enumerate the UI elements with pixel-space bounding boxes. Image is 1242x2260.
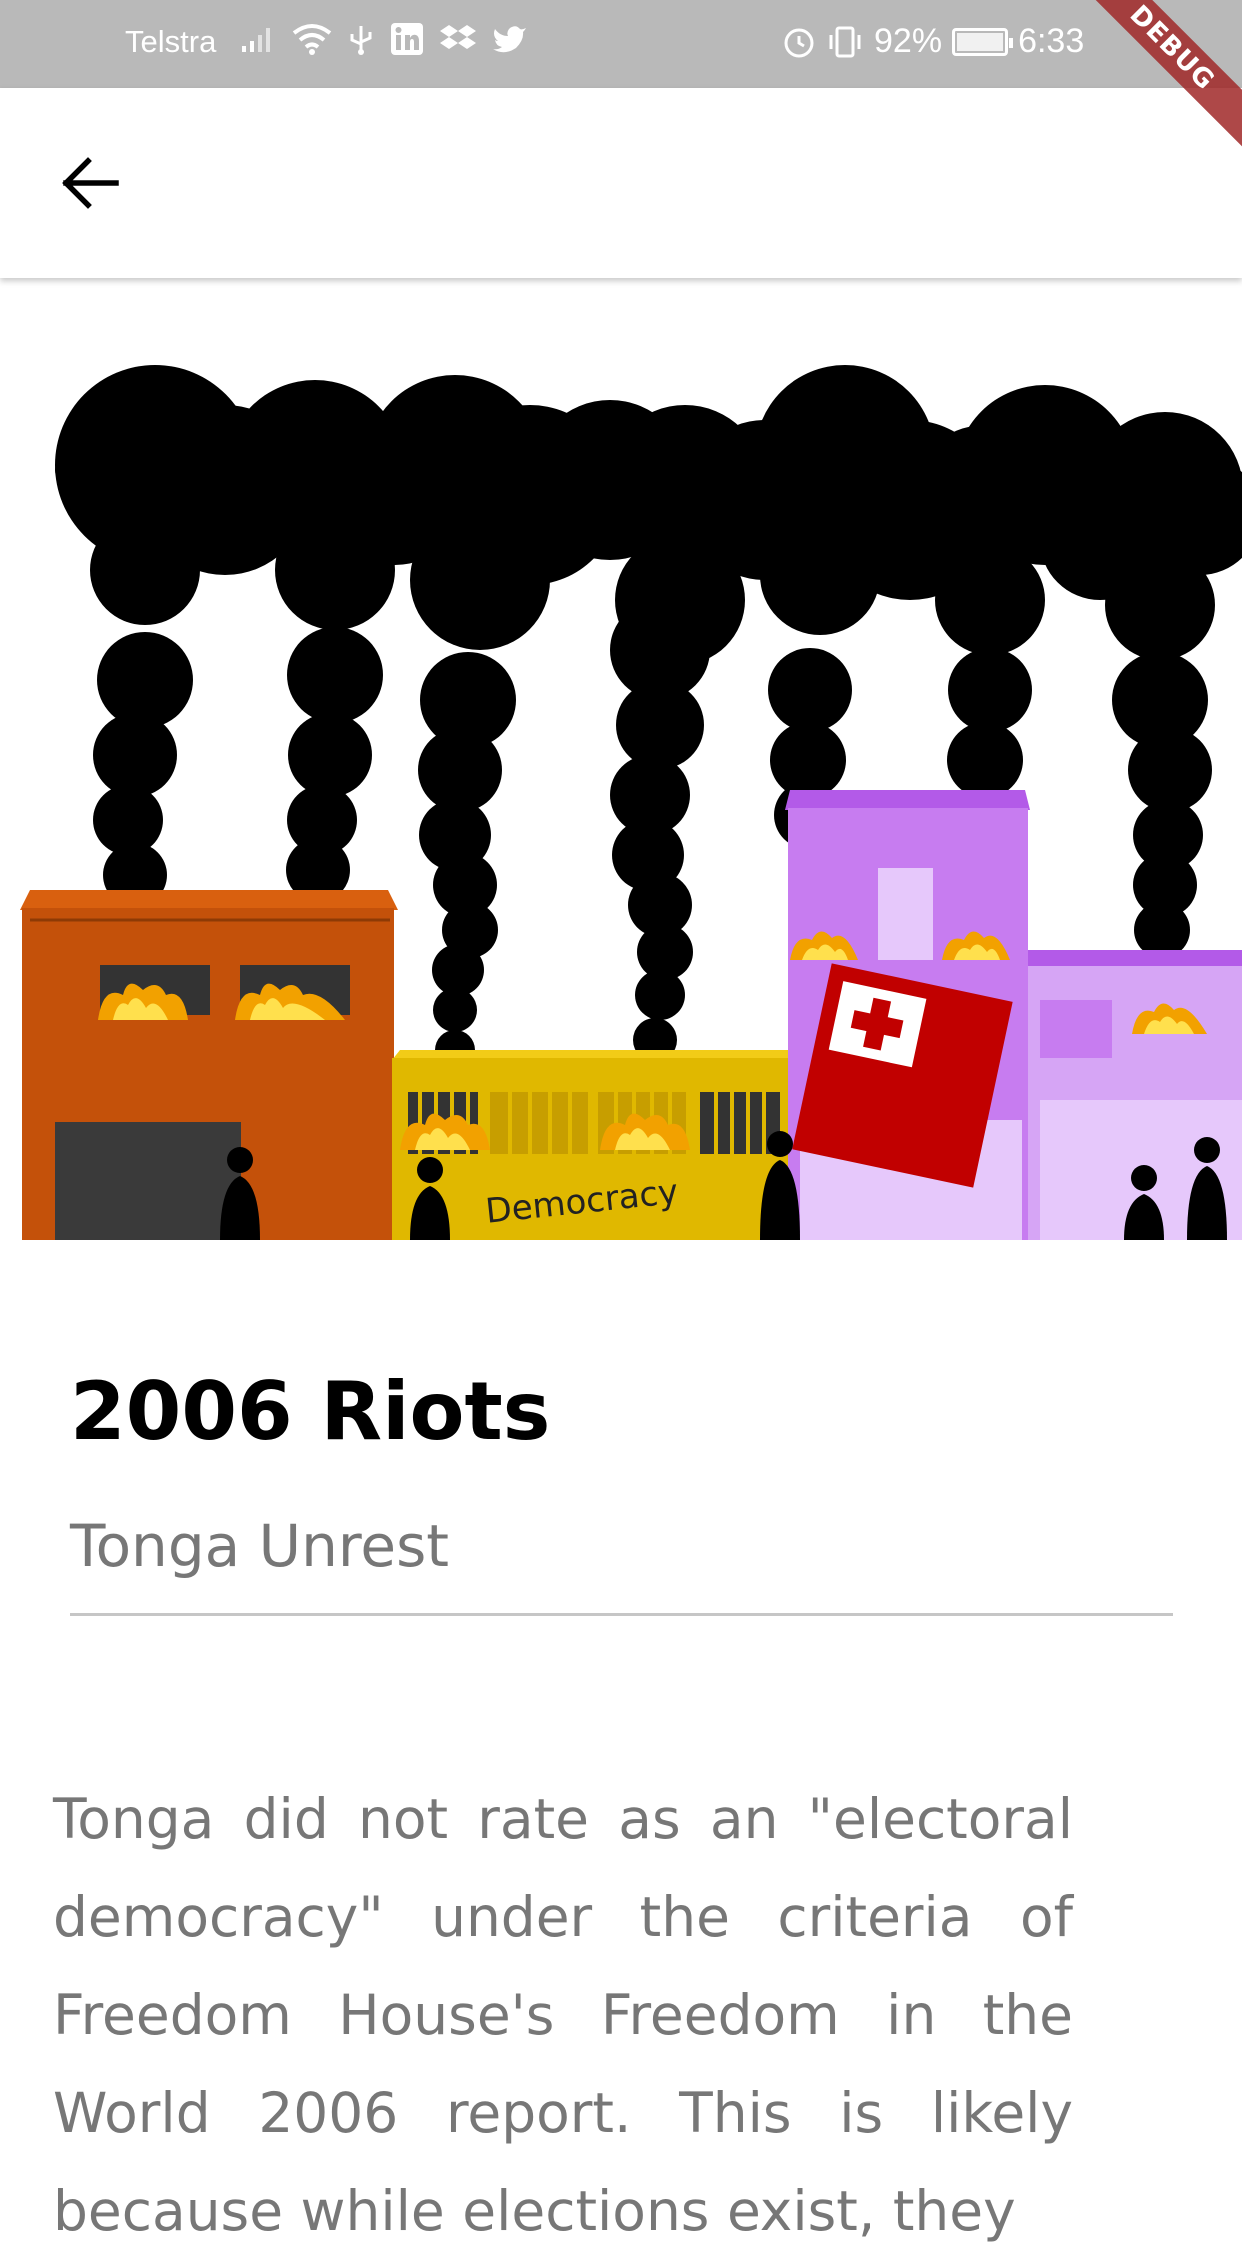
clock: 6:33 [1018, 22, 1085, 60]
carrier-label: Telstra [125, 24, 217, 59]
divider [70, 1613, 1173, 1616]
riot-illustration: Democracy [20, 365, 1242, 1240]
usb-icon [350, 26, 372, 55]
article-subtitle: Tonga Unrest [70, 1512, 450, 1580]
back-button[interactable] [50, 143, 130, 223]
linkedin-icon [391, 23, 423, 55]
twitter-icon [493, 26, 526, 53]
article-title: 2006 Riots [70, 1365, 551, 1458]
battery-percent: 92% [874, 22, 943, 60]
status-icons-left [240, 22, 528, 56]
arrow-back-icon [62, 157, 119, 209]
status-icons-right: 92% 6:33 [782, 22, 1084, 61]
vibrate-icon [829, 26, 861, 57]
dropbox-icon [440, 25, 476, 49]
app-bar [0, 88, 1242, 278]
alarm-icon [784, 28, 814, 57]
tonga-flag [792, 963, 1013, 1188]
battery-icon [952, 27, 1014, 56]
signal-icon [242, 28, 270, 52]
status-bar: Telstra 92% 6:33 [0, 0, 1242, 88]
article-body: Tonga did not rate as an "electoral demo… [53, 1787, 1073, 2243]
orange-building [20, 890, 398, 1240]
wifi-icon [292, 24, 332, 55]
